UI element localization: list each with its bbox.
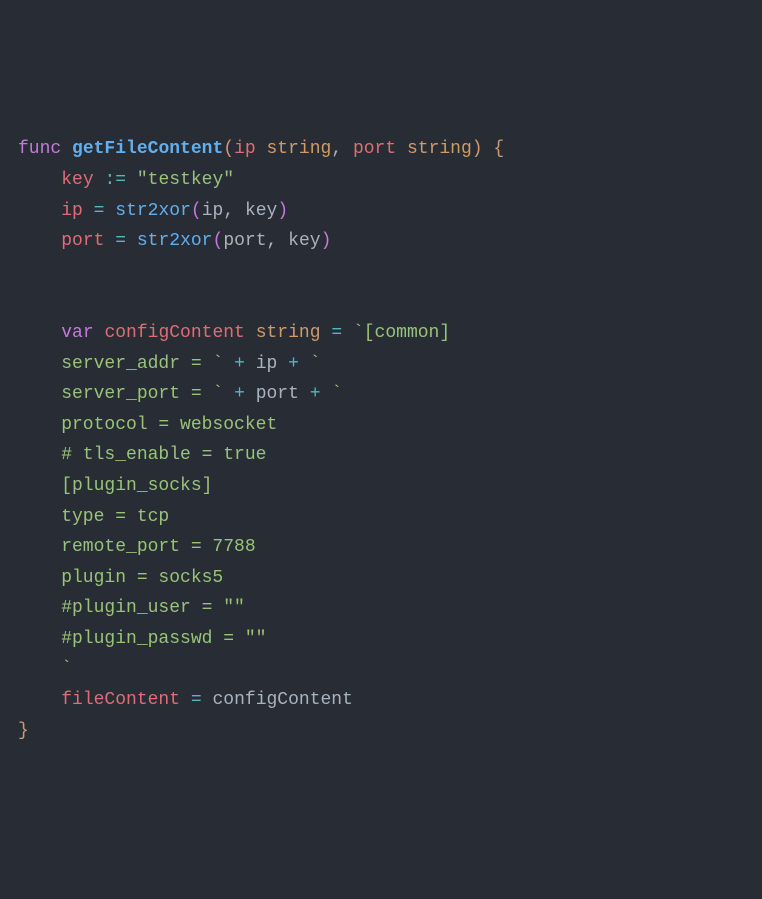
- indent: [18, 201, 61, 221]
- comma: ,: [267, 231, 278, 251]
- var-key: key: [61, 170, 93, 190]
- func-str2xor: str2xor: [137, 231, 213, 251]
- line-15: plugin = socks5: [18, 568, 223, 588]
- rparen: ): [277, 201, 288, 221]
- lparen: (: [223, 139, 234, 159]
- line-12: [plugin_socks]: [18, 476, 212, 496]
- indent: [18, 384, 61, 404]
- string-common: `[common]: [353, 323, 450, 343]
- op-eq: =: [115, 231, 126, 251]
- op-eq: =: [331, 323, 342, 343]
- line-20-rbrace: }: [18, 721, 29, 741]
- string-backtick: `: [331, 384, 342, 404]
- param-port: port: [353, 139, 396, 159]
- comma: ,: [223, 201, 234, 221]
- line-7: var configContent string = `[common]: [18, 323, 450, 343]
- lparen: (: [191, 201, 202, 221]
- val-configcontent: configContent: [212, 690, 352, 710]
- line-17: #plugin_passwd = "": [18, 629, 266, 649]
- var-ip: ip: [256, 354, 278, 374]
- op-eq: =: [191, 690, 202, 710]
- indent: [18, 231, 61, 251]
- indent: [18, 354, 61, 374]
- var-port: port: [61, 231, 104, 251]
- arg-ip: ip: [202, 201, 224, 221]
- arg-key: key: [245, 201, 277, 221]
- op-coloneq: :=: [104, 170, 126, 190]
- arg-key: key: [288, 231, 320, 251]
- rparen: ): [321, 231, 332, 251]
- code-block: func getFileContent(ip string, port stri…: [18, 134, 744, 746]
- var-filecontent: fileContent: [61, 690, 180, 710]
- comma: ,: [331, 139, 342, 159]
- var-port: port: [256, 384, 299, 404]
- line-9: server_port = ` + port + `: [18, 384, 342, 404]
- keyword-func: func: [18, 139, 61, 159]
- line-18: `: [18, 659, 72, 679]
- line-13: type = tcp: [18, 507, 169, 527]
- line-14: remote_port = 7788: [18, 537, 256, 557]
- line-8: server_addr = ` + ip + `: [18, 354, 321, 374]
- type-string: string: [256, 323, 321, 343]
- type-string: string: [267, 139, 332, 159]
- indent: [18, 690, 61, 710]
- op-eq: =: [94, 201, 105, 221]
- param-ip: ip: [234, 139, 256, 159]
- line-1: func getFileContent(ip string, port stri…: [18, 139, 504, 159]
- arg-port: port: [223, 231, 266, 251]
- lbrace: {: [493, 139, 504, 159]
- op-plus: +: [234, 384, 245, 404]
- line-2: key := "testkey": [18, 170, 234, 190]
- op-plus: +: [234, 354, 245, 374]
- function-name: getFileContent: [72, 139, 223, 159]
- string-testkey: "testkey": [137, 170, 234, 190]
- string-server-port: server_port = `: [61, 384, 223, 404]
- op-plus: +: [288, 354, 299, 374]
- string-server-addr: server_addr = `: [61, 354, 223, 374]
- line-10: protocol = websocket: [18, 415, 277, 435]
- rparen: ): [472, 139, 483, 159]
- line-11: # tls_enable = true: [18, 445, 266, 465]
- string-backtick: `: [310, 354, 321, 374]
- var-configcontent: configContent: [104, 323, 244, 343]
- indent: [18, 170, 61, 190]
- func-str2xor: str2xor: [115, 201, 191, 221]
- op-plus: +: [310, 384, 321, 404]
- keyword-var: var: [61, 323, 93, 343]
- lparen: (: [213, 231, 224, 251]
- line-3: ip = str2xor(ip, key): [18, 201, 288, 221]
- type-string: string: [407, 139, 472, 159]
- line-16: #plugin_user = "": [18, 598, 245, 618]
- line-4: port = str2xor(port, key): [18, 231, 331, 251]
- var-ip: ip: [61, 201, 83, 221]
- indent: [18, 323, 61, 343]
- line-19: fileContent = configContent: [18, 690, 353, 710]
